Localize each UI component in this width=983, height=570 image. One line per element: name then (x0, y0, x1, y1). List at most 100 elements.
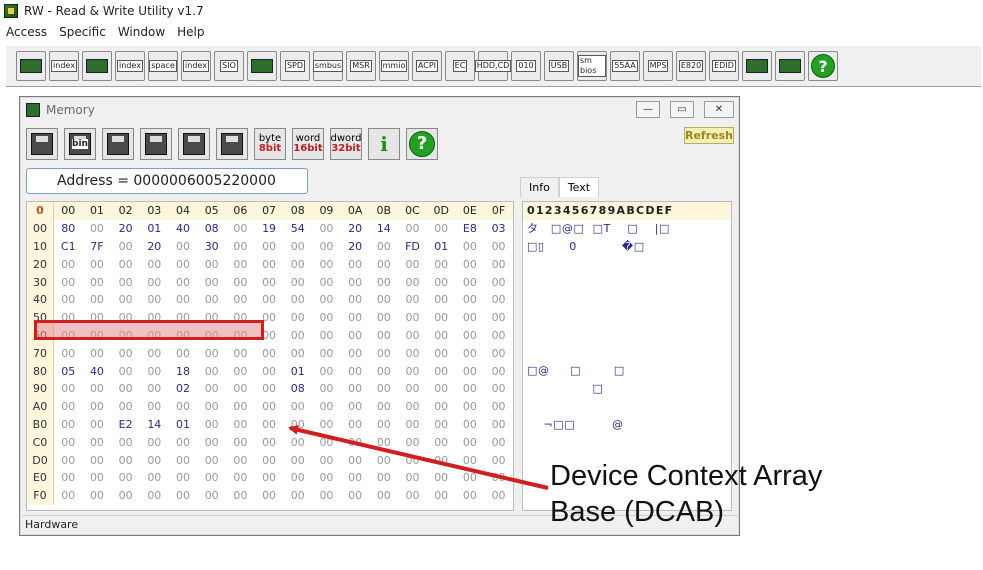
hex-cell[interactable]: 00 (111, 436, 140, 449)
hex-cell[interactable]: 00 (226, 471, 255, 484)
hex-cell[interactable]: 00 (312, 382, 341, 395)
hex-cell[interactable]: 00 (283, 436, 312, 449)
hex-cell[interactable]: 00 (427, 365, 456, 378)
hex-cell[interactable]: 00 (140, 258, 169, 271)
toolbar-usb-button[interactable]: USB (544, 51, 574, 81)
hex-cell[interactable]: 00 (341, 382, 370, 395)
hex-cell[interactable]: 00 (312, 365, 341, 378)
hex-cell[interactable]: 00 (341, 471, 370, 484)
hex-cell[interactable]: 00 (111, 240, 140, 253)
hex-cell[interactable]: 00 (197, 418, 226, 431)
mem-binoculars-button[interactable] (178, 128, 210, 160)
hex-cell[interactable]: 00 (484, 365, 513, 378)
hex-cell[interactable]: 00 (312, 436, 341, 449)
hex-cell[interactable]: 00 (398, 436, 427, 449)
toolbar-ec-button[interactable]: EC (445, 51, 475, 81)
toolbar-mps-button[interactable]: MPS (643, 51, 673, 81)
hex-cell[interactable]: 00 (140, 365, 169, 378)
hex-cell[interactable]: 00 (226, 436, 255, 449)
hex-cell[interactable]: 00 (83, 258, 112, 271)
hex-cell[interactable]: 00 (484, 418, 513, 431)
hex-cell[interactable]: 00 (427, 400, 456, 413)
hex-cell[interactable]: 00 (83, 347, 112, 360)
hex-cell[interactable]: 00 (369, 454, 398, 467)
hex-cell[interactable]: 00 (169, 471, 198, 484)
hex-cell[interactable]: 00 (312, 347, 341, 360)
hex-cell[interactable]: FD (398, 240, 427, 253)
hex-cell[interactable]: 00 (255, 418, 284, 431)
hex-cell[interactable]: 00 (197, 454, 226, 467)
hex-cell[interactable]: 01 (169, 418, 198, 431)
tab-text[interactable]: Text (558, 177, 600, 197)
hex-cell[interactable]: 00 (197, 276, 226, 289)
hex-cell[interactable]: 00 (427, 276, 456, 289)
hex-cell[interactable]: 02 (169, 382, 198, 395)
hex-cell[interactable]: 00 (83, 276, 112, 289)
hex-cell[interactable]: 00 (169, 293, 198, 306)
hex-cell[interactable]: 00 (111, 400, 140, 413)
hex-cell[interactable]: 00 (83, 436, 112, 449)
hex-cell[interactable]: 00 (255, 471, 284, 484)
hex-cell[interactable]: 05 (54, 365, 83, 378)
toolbar-msr-button[interactable]: MSR (346, 51, 376, 81)
hex-cell[interactable]: 00 (255, 365, 284, 378)
hex-cell[interactable]: 00 (54, 293, 83, 306)
hex-cell[interactable]: 00 (283, 471, 312, 484)
hex-cell[interactable]: 00 (54, 347, 83, 360)
hex-cell[interactable]: 00 (484, 382, 513, 395)
hex-cell[interactable]: 00 (312, 454, 341, 467)
hex-cell[interactable]: 00 (456, 329, 485, 342)
menu-specific[interactable]: Specific (53, 25, 112, 39)
tab-info[interactable]: Info (520, 177, 559, 197)
hex-cell[interactable]: 00 (54, 276, 83, 289)
toolbar-sio-button[interactable]: SIO (214, 51, 244, 81)
hex-cell[interactable]: 00 (140, 382, 169, 395)
mem-word-mode-button[interactable]: word 16bit (292, 128, 324, 160)
hex-cell[interactable]: 00 (140, 347, 169, 360)
hex-cell[interactable]: 00 (255, 347, 284, 360)
refresh-button[interactable]: Refresh (684, 127, 734, 144)
hex-cell[interactable]: 00 (283, 329, 312, 342)
hex-cell[interactable]: 00 (312, 400, 341, 413)
hex-cell[interactable]: 00 (312, 222, 341, 235)
toolbar-mmio-button[interactable]: mmio (379, 51, 409, 81)
hex-cell[interactable]: 00 (140, 293, 169, 306)
hex-cell[interactable]: 00 (169, 454, 198, 467)
hex-cell[interactable]: 00 (54, 471, 83, 484)
hex-cell[interactable]: 00 (398, 329, 427, 342)
hex-cell[interactable]: 00 (255, 489, 284, 502)
hex-cell[interactable]: 00 (427, 471, 456, 484)
menu-access[interactable]: Access (0, 25, 53, 39)
hex-cell[interactable]: 00 (456, 311, 485, 324)
hex-cell[interactable]: 00 (197, 436, 226, 449)
hex-cell[interactable]: 00 (111, 471, 140, 484)
hex-cell[interactable]: 00 (427, 258, 456, 271)
hex-cell[interactable]: 00 (484, 400, 513, 413)
hex-cell[interactable]: 08 (197, 222, 226, 235)
hex-cell[interactable]: 00 (197, 258, 226, 271)
hex-cell[interactable]: 00 (226, 418, 255, 431)
hex-cell[interactable]: 00 (226, 240, 255, 253)
mem-save-button[interactable] (26, 128, 58, 160)
hex-cell[interactable]: 18 (169, 365, 198, 378)
hex-cell[interactable]: 00 (283, 311, 312, 324)
hex-cell[interactable]: 00 (255, 436, 284, 449)
hex-cell[interactable]: 00 (341, 489, 370, 502)
hex-cell[interactable]: 00 (484, 276, 513, 289)
hex-cell[interactable]: 00 (226, 293, 255, 306)
hex-cell[interactable]: 00 (341, 400, 370, 413)
hex-cell[interactable]: 00 (484, 436, 513, 449)
toolbar-edid-button[interactable]: EDID (709, 51, 739, 81)
hex-cell[interactable]: 00 (140, 400, 169, 413)
hex-cell[interactable]: 00 (312, 311, 341, 324)
hex-cell[interactable]: 00 (197, 382, 226, 395)
hex-cell[interactable]: 00 (54, 436, 83, 449)
hex-cell[interactable]: 00 (83, 454, 112, 467)
hex-cell[interactable]: 00 (398, 365, 427, 378)
hex-cell[interactable]: 00 (456, 400, 485, 413)
hex-cell[interactable]: 00 (54, 400, 83, 413)
menu-window[interactable]: Window (112, 25, 171, 39)
hex-cell[interactable]: 40 (169, 222, 198, 235)
hex-cell[interactable]: 00 (341, 454, 370, 467)
hex-cell[interactable]: 00 (226, 365, 255, 378)
